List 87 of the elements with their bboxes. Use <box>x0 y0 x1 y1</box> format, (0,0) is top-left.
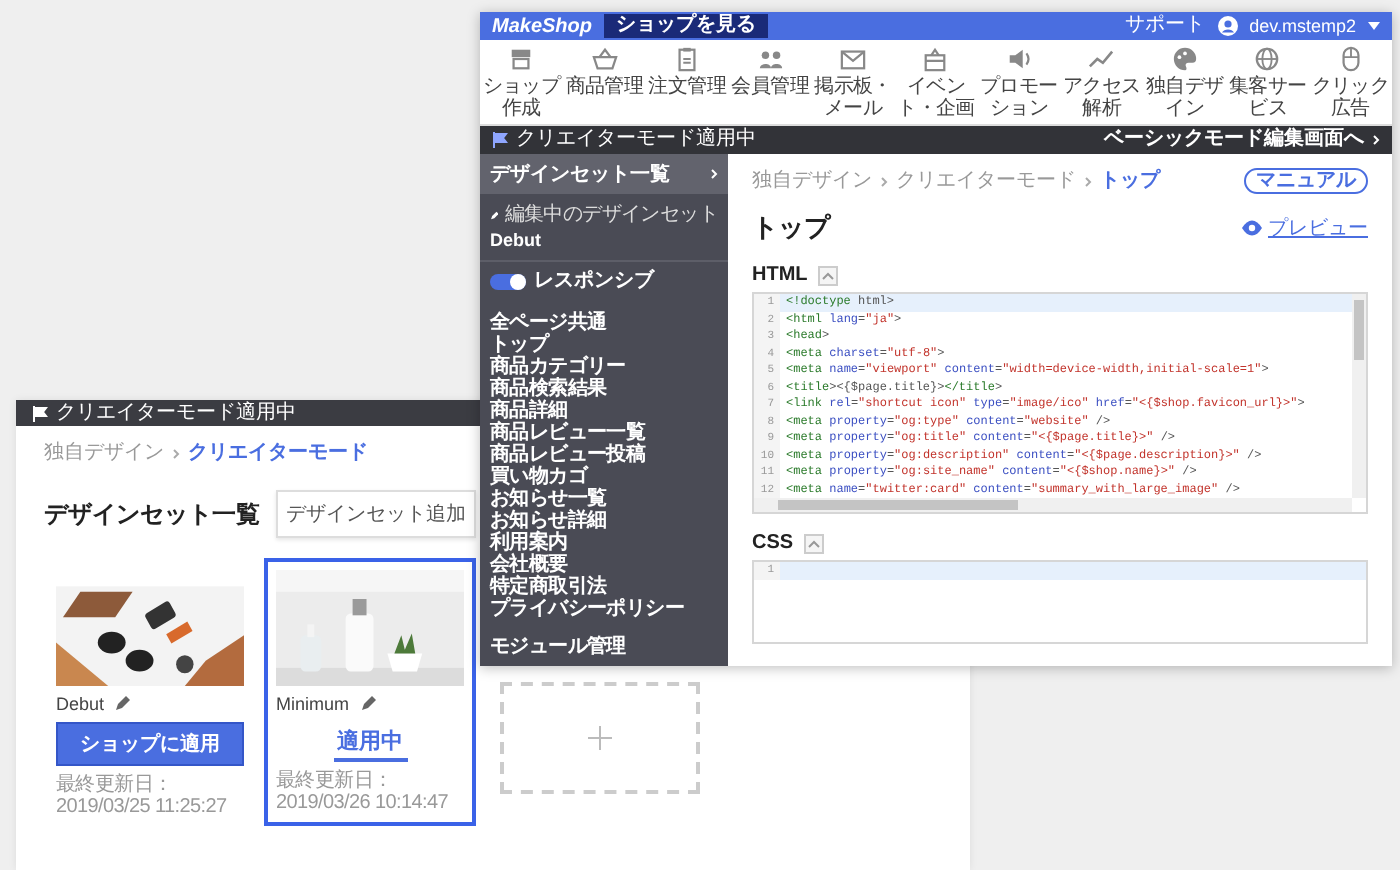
nav-item[interactable]: 集客サービス <box>1226 46 1310 120</box>
section-label: CSS <box>752 532 794 554</box>
sidebar-item[interactable]: お知らせ一覧 <box>480 488 728 510</box>
chevron-icon <box>710 168 718 180</box>
sidebar-item[interactable]: 会社概要 <box>480 554 728 576</box>
mode-status: クリエイターモード適用中 <box>516 128 756 152</box>
sidebar-item[interactable]: 商品レビュー投稿 <box>480 444 728 466</box>
flag-icon <box>492 132 508 148</box>
pencil-icon[interactable] <box>114 696 131 712</box>
sidebar-item[interactable]: モジュール管理 <box>480 636 728 658</box>
pencil-icon[interactable] <box>359 696 376 712</box>
nav-item[interactable]: イベント・企画 <box>894 46 978 120</box>
basic-mode-link[interactable]: ベーシックモード編集画面へ <box>1104 128 1380 152</box>
collapse-button[interactable] <box>803 533 824 553</box>
plus-icon <box>588 726 612 750</box>
sidebar-item[interactable]: デザインセット一覧 <box>480 154 728 194</box>
chevron-icon <box>172 448 180 460</box>
editing-set-name: Debut <box>490 230 543 250</box>
sidebar-item[interactable]: 商品レビュー一覧 <box>480 422 728 444</box>
mode-status: クリエイターモード適用中 <box>56 401 296 425</box>
sidebar-item[interactable]: 商品検索結果 <box>480 378 728 400</box>
box-icon <box>922 46 949 72</box>
design-set-card[interactable]: Minimum 適用中 最終更新日：2019/03/26 10:14:47 <box>264 558 476 826</box>
globe-icon <box>1254 46 1281 72</box>
scrollbar[interactable] <box>1352 294 1366 498</box>
envelope-icon <box>840 46 867 72</box>
code-editor[interactable] <box>752 292 1368 514</box>
palette-icon <box>1171 46 1198 72</box>
user-icon[interactable] <box>1217 16 1238 36</box>
mouse-icon <box>1337 46 1364 72</box>
breadcrumb-link[interactable]: クリエイターモード <box>188 442 368 466</box>
manual-button[interactable]: マニュアル <box>1244 168 1368 194</box>
add-design-set-button[interactable]: デザインセット追加 <box>276 490 476 538</box>
eye-icon <box>1242 220 1262 236</box>
design-set-name: Minimum <box>276 694 350 714</box>
nav-item[interactable]: 掲示板・メール <box>811 46 895 120</box>
sidebar-item[interactable]: 特定商取引法 <box>480 576 728 598</box>
caret-icon[interactable] <box>1368 22 1380 30</box>
sidebar-item[interactable]: 買い物カゴ <box>480 466 728 488</box>
view-shop-button[interactable]: ショップを見る <box>604 14 769 38</box>
sidebar-item[interactable]: 全ページ共通 <box>480 312 728 334</box>
caret-up-icon <box>807 539 820 547</box>
sidebar-item[interactable]: プライバシーポリシー <box>480 598 728 620</box>
people-icon <box>757 46 784 72</box>
chevron-icon <box>1372 134 1380 146</box>
updated-date: 最終更新日：2019/03/25 11:25:27 <box>56 774 229 818</box>
toggle-switch[interactable] <box>490 274 526 290</box>
scrollbar[interactable] <box>754 498 1352 512</box>
design-set-name: Debut <box>56 694 105 714</box>
sidebar-item[interactable]: トップ <box>480 334 728 356</box>
nav-item[interactable]: ショップ作成 <box>480 46 563 120</box>
clipboard-icon <box>674 46 701 72</box>
sidebar-item[interactable]: 商品カテゴリー <box>480 356 728 378</box>
chevron-icon <box>880 175 888 187</box>
logo[interactable]: MakeShop <box>492 15 593 37</box>
active-label: 適用中 <box>333 722 407 762</box>
design-set-card[interactable]: Debut ショップに適用 最終更新日：2019/03/25 11:25:27 <box>44 558 256 830</box>
page-title: デザインセット一覧 <box>44 497 260 531</box>
updated-date: 最終更新日：2019/03/26 10:14:47 <box>276 770 451 814</box>
page-title: トップ <box>752 211 830 246</box>
pencil-icon <box>490 208 499 224</box>
breadcrumb-link[interactable]: トップ <box>1100 169 1160 193</box>
preview-link[interactable]: プレビュー <box>1242 214 1368 242</box>
nav-item[interactable]: 商品管理 <box>562 46 646 120</box>
apply-button[interactable]: ショップに適用 <box>56 722 244 766</box>
user-name[interactable]: dev.mstemp2 <box>1249 14 1356 38</box>
nav-item[interactable]: 注文管理 <box>645 46 729 120</box>
sidebar-item[interactable]: 商品詳細 <box>480 400 728 422</box>
chevron-icon <box>1084 175 1092 187</box>
nav-item[interactable]: 独自デザイン <box>1143 46 1227 120</box>
sidebar-item[interactable]: 利用案内 <box>480 532 728 554</box>
editing-set-label: 編集中のデザインセット <box>504 204 718 228</box>
nav-item[interactable]: クリック広告 <box>1309 46 1392 120</box>
speaker-icon <box>1005 46 1032 72</box>
nav-item[interactable]: アクセス解析 <box>1060 46 1144 120</box>
caret-up-icon <box>821 271 834 279</box>
toggle-label: レスポンシブ <box>534 270 654 294</box>
line-chart-icon <box>1088 46 1115 72</box>
nav-item[interactable]: プロモーション <box>977 46 1061 120</box>
store-icon <box>508 46 535 72</box>
support-link[interactable]: サポート <box>1125 14 1206 38</box>
nav-item[interactable]: 会員管理 <box>728 46 812 120</box>
basket-icon <box>591 46 618 72</box>
flag-icon <box>32 405 48 421</box>
sidebar-item[interactable]: お知らせ詳細 <box>480 510 728 532</box>
collapse-button[interactable] <box>817 265 838 285</box>
section-label: HTML <box>752 264 808 286</box>
